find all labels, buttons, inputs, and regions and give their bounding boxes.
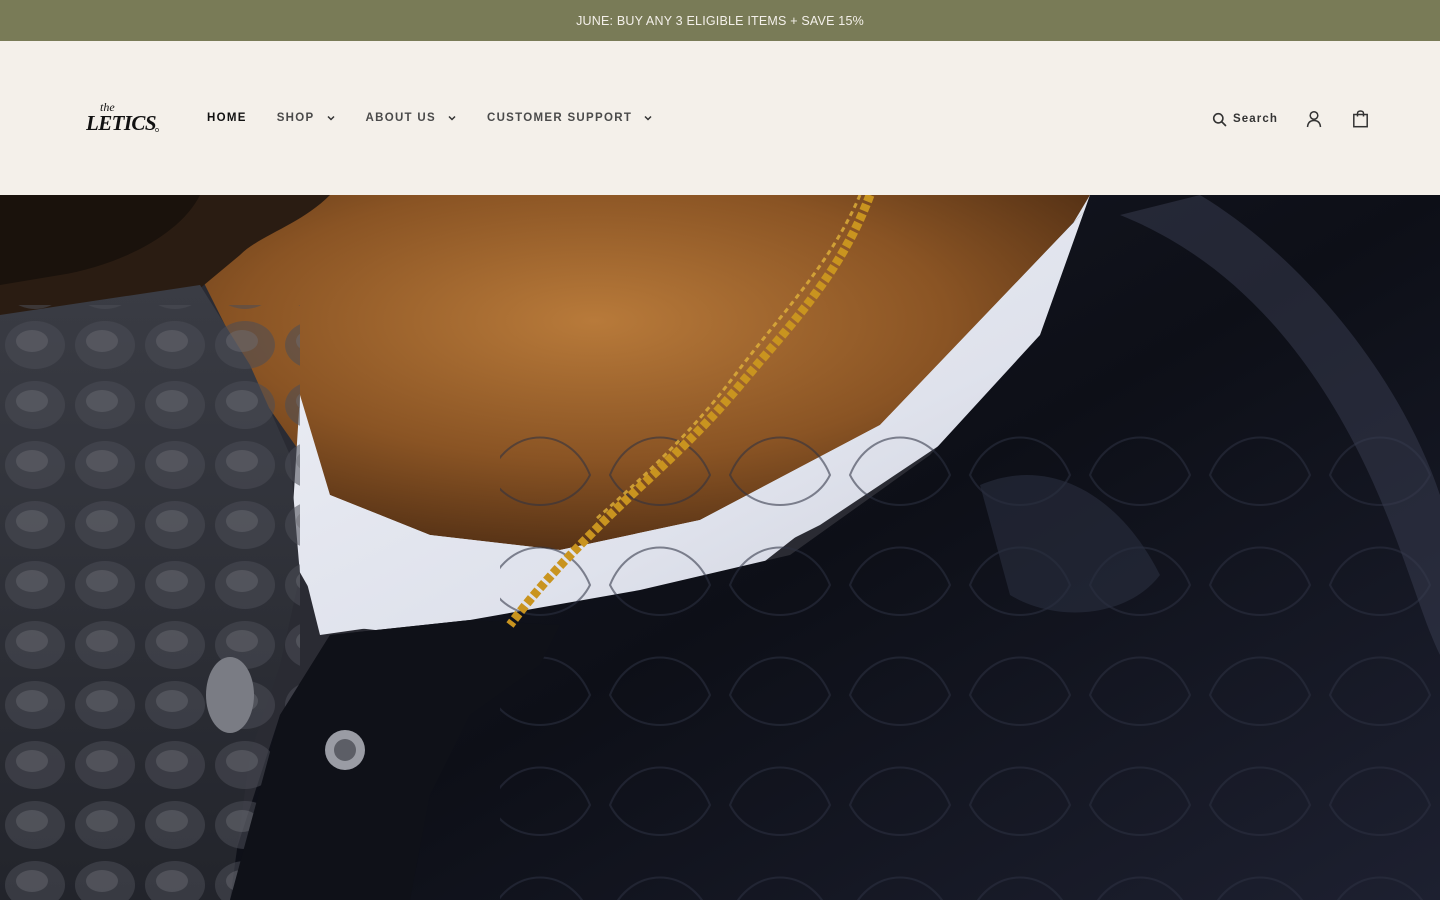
cart-button[interactable] bbox=[1350, 107, 1370, 131]
account-icon bbox=[1306, 110, 1322, 128]
the-letics-logo: the LETICS bbox=[86, 100, 159, 135]
announcement-text: JUNE: BUY ANY 3 ELIGIBLE ITEMS + SAVE 15… bbox=[576, 13, 864, 28]
hero-banner[interactable] bbox=[0, 195, 1440, 900]
account-button[interactable] bbox=[1304, 107, 1324, 131]
nav-label: HOME bbox=[207, 112, 247, 124]
nav-item-customer-support[interactable]: CUSTOMER SUPPORT bbox=[487, 112, 653, 124]
site-logo[interactable]: the LETICS bbox=[86, 98, 160, 138]
nav-label: CUSTOMER SUPPORT bbox=[486, 112, 633, 124]
hero-image bbox=[0, 195, 1440, 900]
main-navigation: HOME SHOP ABOUT US CUSTOMER SUPPORT bbox=[207, 107, 683, 129]
nav-label: SHOP bbox=[276, 112, 315, 124]
header-tools: Search bbox=[1212, 107, 1370, 131]
nav-item-about-us[interactable]: ABOUT US bbox=[366, 112, 457, 124]
chevron-down-icon bbox=[448, 115, 456, 121]
site-header: the LETICS HOME SHOP ABOUT US CUSTOMER S… bbox=[0, 41, 1440, 195]
search-icon bbox=[1212, 112, 1227, 126]
search-button[interactable]: Search bbox=[1212, 112, 1278, 127]
chevron-down-icon bbox=[644, 115, 652, 121]
announcement-bar: JUNE: BUY ANY 3 ELIGIBLE ITEMS + SAVE 15… bbox=[0, 0, 1440, 41]
nav-item-home[interactable]: HOME bbox=[207, 112, 247, 124]
search-label: Search bbox=[1233, 113, 1278, 125]
nav-label: ABOUT US bbox=[365, 112, 436, 124]
logo-main-text: LETICS bbox=[86, 111, 156, 135]
nav-item-shop[interactable]: SHOP bbox=[277, 112, 336, 124]
chevron-down-icon bbox=[326, 115, 335, 121]
shopping-bag-icon bbox=[1352, 110, 1368, 128]
